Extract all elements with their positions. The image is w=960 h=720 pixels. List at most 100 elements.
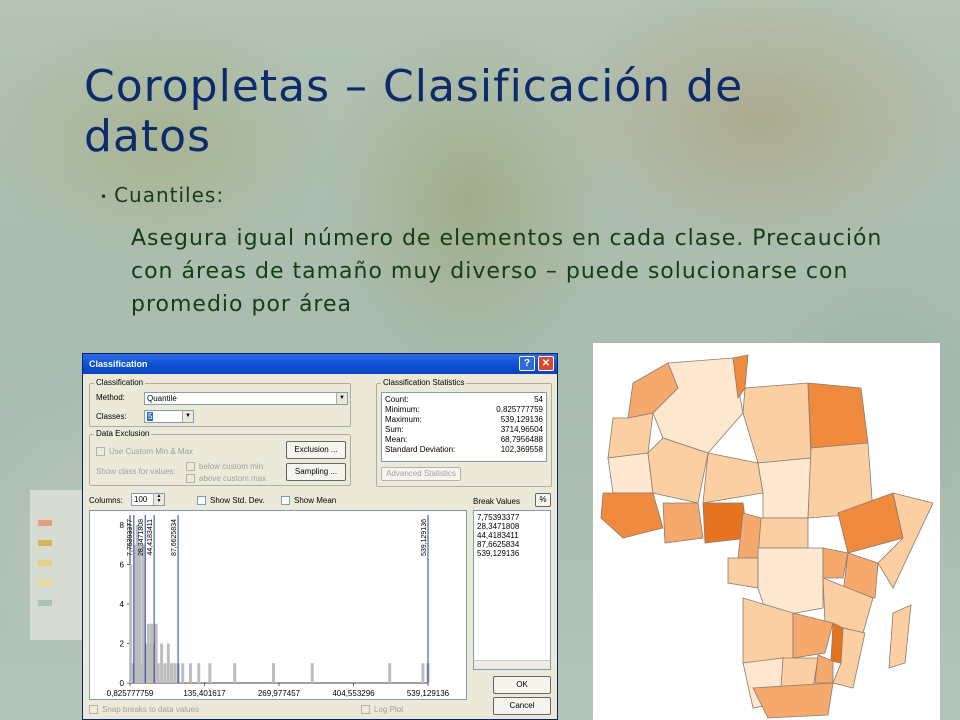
break-value-item[interactable]: 87,6625834 xyxy=(477,540,547,549)
break-label: 28,3471808 xyxy=(138,519,145,556)
percent-button[interactable]: % xyxy=(535,493,551,507)
classification-group: Classification Method: Quantile ▼ Classe… xyxy=(89,378,351,427)
dialog-titlebar[interactable]: Classification ? ✕ xyxy=(83,354,557,374)
region-south-africa xyxy=(752,682,834,719)
histogram-bar xyxy=(233,663,237,683)
data-exclusion-group: Data Exclusion Use Custom Min & Max Show… xyxy=(89,429,351,486)
method-select[interactable]: Quantile ▼ xyxy=(144,392,348,405)
use-custom-checkbox[interactable] xyxy=(96,447,105,456)
bullet-dot-icon: • xyxy=(100,189,109,204)
stat-label: Standard Deviation: xyxy=(385,445,456,454)
histogram-bar xyxy=(271,663,275,683)
method-label: Method: xyxy=(96,393,125,402)
histogram-panel[interactable]: 0 2 4 6 8 0,825777759 135,401617 269,977457 404,… xyxy=(89,510,467,700)
histogram-bar xyxy=(163,663,167,683)
show-std-checkbox[interactable] xyxy=(197,496,206,505)
break-label: 44,4183411 xyxy=(147,519,154,556)
region-madagascar xyxy=(888,604,912,669)
histogram-bar xyxy=(197,663,201,683)
break-values-list[interactable]: 7,75393377 28,3471808 44,4183411 87,6625… xyxy=(473,510,551,670)
cancel-button[interactable]: Cancel xyxy=(493,697,551,715)
stat-label: Maximum: xyxy=(385,415,422,424)
break-value-item[interactable]: 28,3471808 xyxy=(477,522,547,531)
histogram-bar xyxy=(388,663,392,683)
close-button[interactable]: ✕ xyxy=(538,356,554,371)
histogram-bar xyxy=(173,663,177,683)
show-mean-label: Show Mean xyxy=(294,496,337,505)
chevron-down-icon[interactable]: ▼ xyxy=(182,411,193,422)
chevron-down-icon[interactable]: ▼ xyxy=(336,393,347,404)
y-tick-label: 8 xyxy=(120,521,125,530)
histogram-bar xyxy=(170,663,174,683)
region-ghana xyxy=(662,502,704,544)
columns-label: Columns: xyxy=(89,496,123,505)
region-uganda xyxy=(822,547,849,579)
data-exclusion-label: Data Exclusion xyxy=(94,429,152,438)
histogram-chart[interactable]: 0 2 4 6 8 0,825777759 135,401617 269,977457 404,… xyxy=(90,511,466,699)
break-value-item[interactable]: 44,4183411 xyxy=(477,531,547,540)
x-tick-label: 404,553296 xyxy=(332,689,375,698)
stat-label: Count: xyxy=(385,395,409,404)
classification-group-label: Classification xyxy=(94,378,146,387)
histogram-bar xyxy=(421,663,425,683)
use-custom-label: Use Custom Min & Max xyxy=(109,447,194,456)
stat-value: 54 xyxy=(534,395,543,404)
show-class-label: Show class for values: xyxy=(96,467,176,476)
slide-title: Coropletas – Clasificación de datos xyxy=(84,61,744,162)
break-label: 539,129136 xyxy=(421,519,428,556)
x-tick-label: 269,977457 xyxy=(258,689,301,698)
classes-select[interactable]: 5 ▼ xyxy=(144,410,194,423)
region-chad xyxy=(757,457,812,519)
bullet-text: Cuantiles: xyxy=(114,183,225,207)
region-gabon xyxy=(727,557,759,589)
above-custom-checkbox[interactable] xyxy=(186,474,195,483)
region-egypt xyxy=(807,382,869,449)
legend-remnant xyxy=(30,490,88,640)
below-custom-label: below custom min xyxy=(199,462,264,471)
stat-label: Sum: xyxy=(385,425,404,434)
stat-value: 3714,96504 xyxy=(500,425,543,434)
help-button[interactable]: ? xyxy=(519,356,535,371)
exclusion-button[interactable]: Exclusion ... xyxy=(286,441,346,459)
stats-group-label: Classification Statistics xyxy=(381,378,467,387)
show-mean-checkbox[interactable] xyxy=(281,496,290,505)
snap-breaks-checkbox[interactable] xyxy=(89,705,98,714)
region-botswana xyxy=(780,657,819,689)
region-zimbabwe xyxy=(814,654,834,684)
histogram-bar xyxy=(138,544,142,683)
region-niger xyxy=(702,452,764,504)
ok-button[interactable]: OK xyxy=(493,676,551,694)
y-tick-label: 4 xyxy=(120,600,125,609)
columns-input[interactable]: 100 ▲ ▼ xyxy=(131,493,165,506)
columns-value: 100 xyxy=(134,495,148,504)
below-custom-checkbox[interactable] xyxy=(186,462,195,471)
classification-statistics-group: Classification Statistics Count: 54 Minim… xyxy=(376,378,552,487)
region-west-coast xyxy=(600,492,664,539)
region-w-sahara xyxy=(607,412,654,459)
stat-value: 102,369558 xyxy=(500,445,543,454)
break-label: 7,75393377 xyxy=(127,519,134,556)
body-text: Asegura igual número de elementos en cad… xyxy=(131,226,883,317)
stat-value: 539,129136 xyxy=(500,415,543,424)
sampling-button[interactable]: Sampling ... xyxy=(286,463,346,481)
spinner-icon[interactable]: ▲ ▼ xyxy=(153,494,164,505)
advanced-statistics-button[interactable]: Advanced Statistics xyxy=(381,467,461,481)
snap-breaks-label: Snap breaks to data values xyxy=(102,705,199,714)
histogram-bar xyxy=(310,663,314,683)
histogram-bar xyxy=(208,663,212,683)
break-label: 87,6625834 xyxy=(171,519,178,556)
break-value-item[interactable]: 7,75393377 xyxy=(477,513,547,522)
horizontal-scrollbar[interactable] xyxy=(474,660,550,669)
histogram-bar xyxy=(181,663,185,683)
break-value-item[interactable]: 539,129136 xyxy=(477,549,547,558)
x-tick-label: 135,401617 xyxy=(183,689,226,698)
stats-panel: Count: 54 Minimum: 0,825777759 Maximum: 539… xyxy=(381,392,547,462)
classification-dialog: Classification ? ✕ Classification Method… xyxy=(82,353,558,720)
break-values-label: Break Values xyxy=(473,497,520,506)
log-plot-checkbox[interactable] xyxy=(361,705,370,714)
stat-label: Minimum: xyxy=(385,405,420,414)
region-mauritania xyxy=(607,452,654,494)
y-tick-label: 2 xyxy=(120,639,125,648)
histogram-bar xyxy=(160,643,164,683)
classes-label: Classes: xyxy=(96,412,127,421)
